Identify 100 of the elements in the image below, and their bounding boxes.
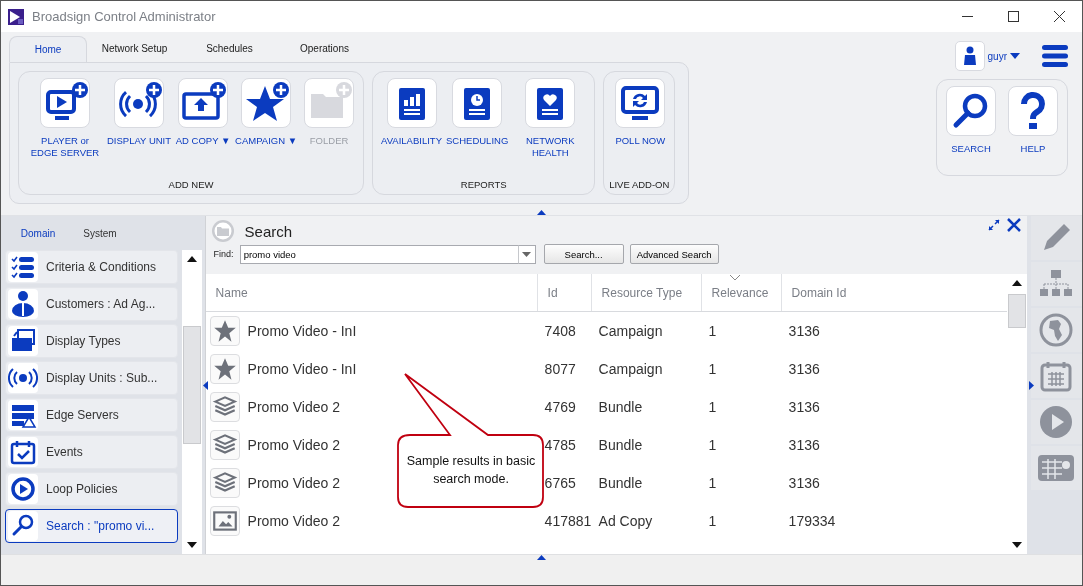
- table-cell: Campaign: [598, 361, 663, 377]
- table-cell: 1: [708, 323, 717, 339]
- resize-screen-icon: [8, 326, 38, 356]
- table-cell: Promo Video - InI: [247, 323, 357, 339]
- table-cell: 1: [708, 513, 717, 529]
- ribbon-tab[interactable]: Operations: [277, 43, 372, 62]
- table-cell: Promo Video 2: [247, 475, 340, 491]
- ribbon-button[interactable]: AD COPY ▼: [175, 78, 232, 176]
- table-cell: Promo Video 2: [247, 513, 340, 529]
- table-cell: 1: [708, 475, 717, 491]
- expand-icon[interactable]: [986, 218, 1001, 232]
- calendar-check-icon: [8, 437, 38, 467]
- panel-title: Search: [244, 222, 293, 240]
- table-cell: 179334: [788, 513, 836, 529]
- table-cell: 1: [708, 361, 717, 377]
- grid-screen-icon: [1036, 452, 1077, 484]
- group-label: ADD NEW: [167, 178, 215, 192]
- column-header[interactable]: Resource Type: [590, 274, 701, 311]
- sidebar-item[interactable]: Display Units : Sub...: [5, 361, 178, 395]
- table-cell: Bundle: [598, 399, 643, 415]
- sidebar-tab[interactable]: System: [69, 226, 131, 240]
- image-icon: [209, 506, 240, 536]
- sidebar-item[interactable]: Criteria & Conditions: [5, 250, 178, 284]
- search-button[interactable]: Search...: [543, 244, 624, 264]
- checklist-icon: [8, 252, 38, 282]
- table-cell: 3136: [788, 437, 820, 453]
- table-cell: Ad Copy: [598, 513, 653, 529]
- table-cell: 6765: [544, 475, 576, 491]
- sidebar-tab[interactable]: Domain: [7, 226, 69, 240]
- close-icon[interactable]: [1053, 11, 1065, 22]
- user-menu-button[interactable]: guyr: [954, 41, 1020, 71]
- globe-icon: [1038, 312, 1075, 348]
- table-cell: 1: [708, 399, 717, 415]
- search-icon: [8, 511, 38, 541]
- ribbon-button[interactable]: NETWORK HEALTH: [512, 78, 589, 176]
- menu-icon[interactable]: [1042, 45, 1068, 67]
- ribbon-tab[interactable]: Home: [9, 36, 87, 62]
- table-cell: 8077: [544, 361, 576, 377]
- collapse-right-icon[interactable]: [1029, 381, 1035, 390]
- ribbon-tab[interactable]: Schedules: [182, 43, 277, 62]
- table-cell: Promo Video 2: [247, 437, 340, 453]
- sidebar-item[interactable]: Display Types: [5, 324, 178, 358]
- dropdown-icon: [522, 251, 532, 257]
- table-cell: 3136: [788, 361, 820, 377]
- ribbon-button[interactable]: AVAILABILITY: [381, 78, 442, 176]
- scroll-up-icon[interactable]: [187, 256, 197, 262]
- column-header[interactable]: Domain Id: [780, 274, 1003, 311]
- column-header[interactable]: Id: [536, 274, 591, 311]
- table-cell: Promo Video - InI: [247, 361, 357, 377]
- minimize-icon[interactable]: [961, 15, 973, 18]
- sidebar-item[interactable]: Events: [5, 435, 178, 469]
- person-icon: [962, 46, 977, 66]
- server-warning-icon: [8, 400, 38, 430]
- ribbon-button[interactable]: SCHEDULING: [446, 78, 509, 176]
- sidebar-item[interactable]: Customers : Ad Ag...: [5, 287, 178, 321]
- ribbon-button[interactable]: CAMPAIGN ▼: [235, 78, 298, 176]
- circle-play-icon: [8, 474, 38, 504]
- callout-text: Sample results in basic search mode.: [405, 453, 537, 488]
- play-icon: [1038, 404, 1075, 440]
- scroll-down-icon[interactable]: [1011, 542, 1022, 548]
- scroll-down-icon[interactable]: [187, 542, 197, 548]
- stack-icon: [209, 430, 240, 460]
- table-cell: 3136: [788, 475, 820, 491]
- person-icon: [8, 289, 38, 319]
- table-cell: 1: [708, 437, 717, 453]
- table-cell: 4769: [544, 399, 576, 415]
- sidebar-item[interactable]: Loop Policies: [5, 472, 178, 506]
- group-label: REPORTS: [459, 178, 508, 192]
- sidebar-item[interactable]: Edge Servers: [5, 398, 178, 432]
- ribbon-button[interactable]: POLL NOW: [612, 78, 669, 176]
- column-header[interactable]: Name: [205, 274, 537, 311]
- stack-icon: [209, 468, 240, 498]
- ribbon-button[interactable]: PLAYER or EDGE SERVER: [27, 78, 103, 176]
- table-cell: Promo Video 2: [247, 399, 340, 415]
- table-cell: 3136: [788, 399, 820, 415]
- scrollbar-thumb[interactable]: [1007, 294, 1026, 328]
- close-icon[interactable]: [1006, 218, 1021, 232]
- table-cell: Bundle: [598, 437, 643, 453]
- folder-icon: [210, 219, 235, 243]
- table-cell: Campaign: [598, 323, 663, 339]
- app-logo-icon: [8, 8, 24, 25]
- find-field[interactable]: promo video: [239, 244, 518, 264]
- ribbon-tab[interactable]: Network Setup: [87, 43, 182, 62]
- maximize-icon[interactable]: [1007, 11, 1019, 22]
- stack-icon: [209, 392, 240, 422]
- scrollbar-thumb[interactable]: [183, 326, 201, 444]
- scroll-up-icon[interactable]: [1011, 280, 1022, 286]
- column-header[interactable]: Relevance: [700, 274, 781, 311]
- table-cell: Bundle: [598, 475, 643, 491]
- sidebar-item[interactable]: Search : "promo vi...: [5, 509, 178, 543]
- advanced-search-button[interactable]: Advanced Search: [629, 244, 719, 264]
- caret-icon: [1010, 53, 1020, 59]
- window-title: Broadsign Control Administrator: [32, 9, 216, 24]
- table-cell: 7408: [544, 323, 576, 339]
- table-cell: 3136: [788, 323, 820, 339]
- table-cell: 4785: [544, 437, 576, 453]
- ribbon-button[interactable]: DISPLAY UNIT: [107, 78, 172, 176]
- group-label: LIVE ADD-ON: [608, 178, 671, 192]
- broadcast-icon: [8, 363, 38, 393]
- sort-icon: [729, 275, 740, 281]
